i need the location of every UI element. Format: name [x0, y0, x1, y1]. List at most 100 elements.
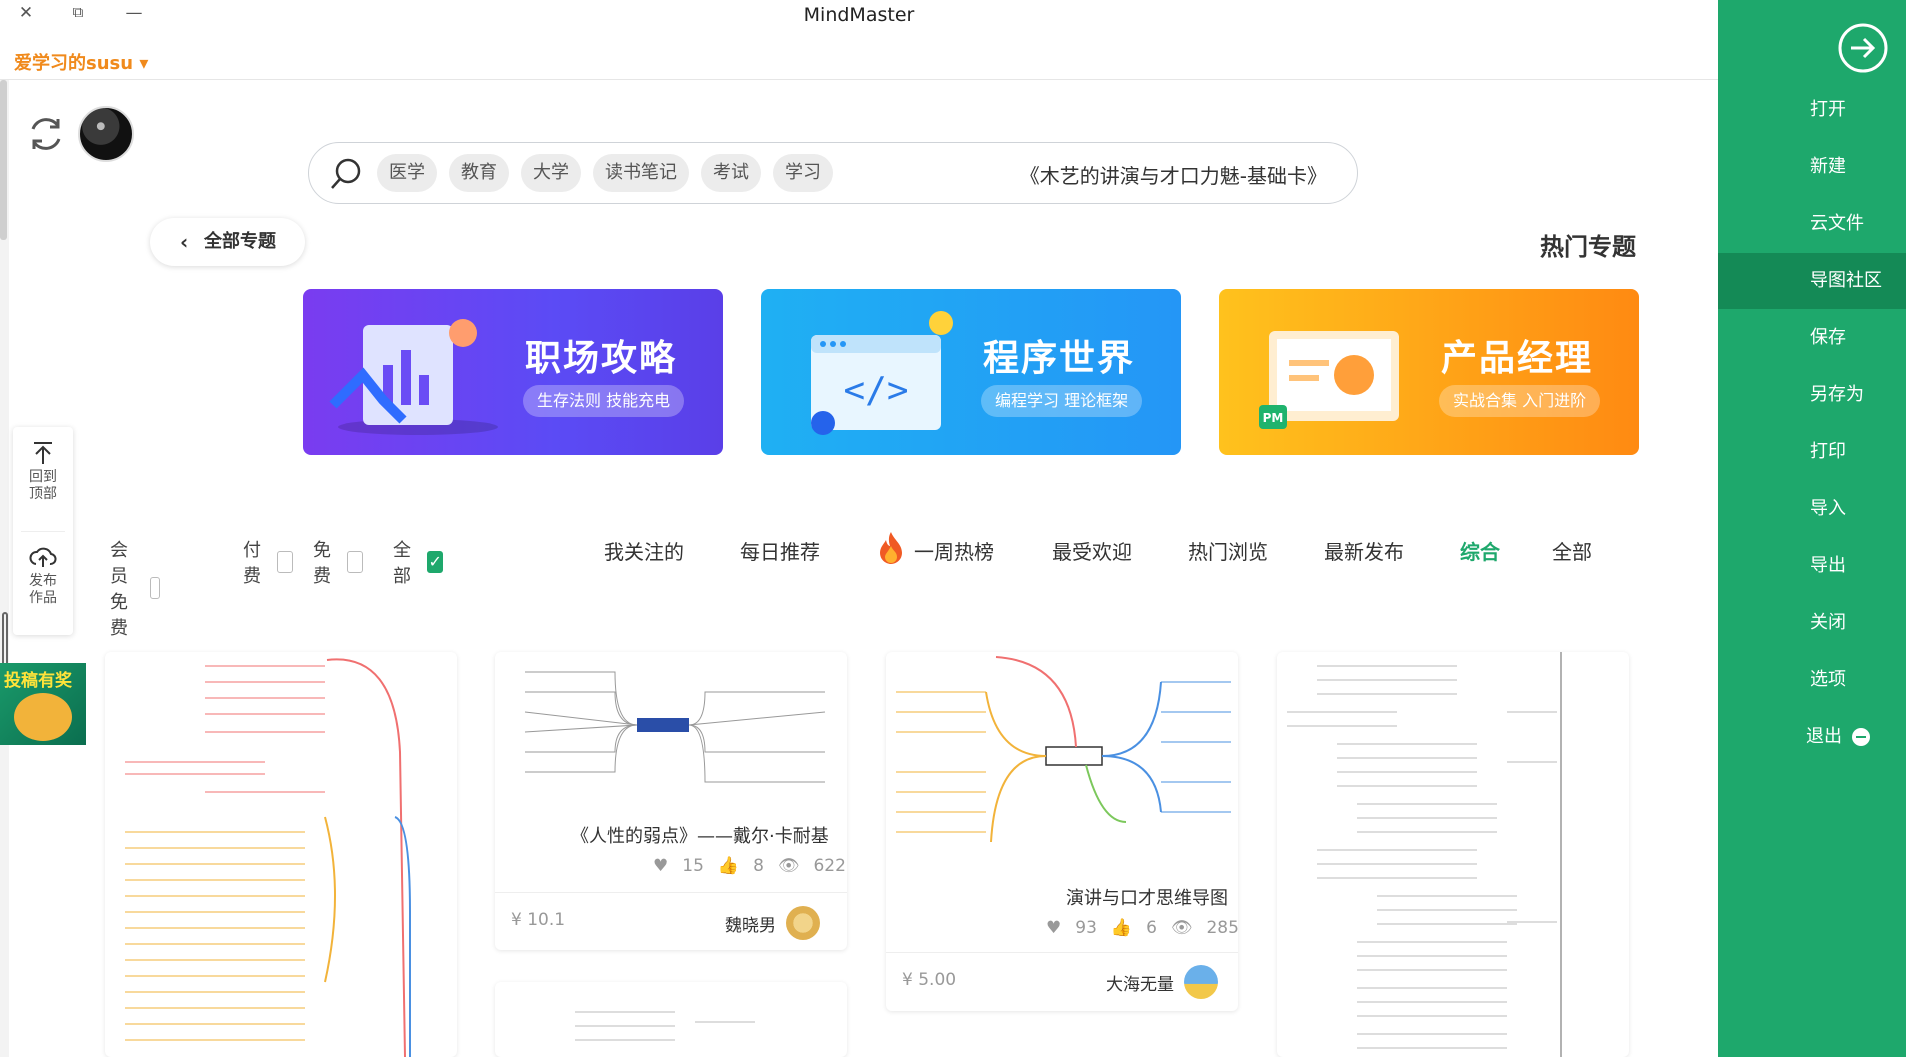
card-price: ¥ 10.1 — [511, 910, 566, 930]
author-name: 大海无量 — [1106, 974, 1174, 995]
sidebar-item-export[interactable]: 导出 — [1718, 538, 1906, 594]
sidebar-item-new[interactable]: 新建 — [1718, 139, 1906, 195]
author-avatar — [1184, 965, 1218, 999]
favorites-icon: ♥ — [653, 856, 669, 876]
mindmap-card[interactable] — [105, 652, 457, 1057]
checkbox-checked[interactable]: ✓ — [427, 551, 443, 573]
banner-title: 程序世界 — [983, 338, 1136, 379]
mindmap-card[interactable]: 《人性的弱点》——戴尔·卡耐基 ♥ 15 👍 8 👁 622 魏晓男 ¥ 10.1 — [495, 652, 847, 950]
card-author[interactable]: 魏晓男 — [725, 906, 820, 940]
search-tag[interactable]: 大学 — [521, 154, 581, 192]
sidebar-item-save[interactable]: 保存 — [1718, 310, 1906, 366]
mascot-image — [14, 693, 72, 741]
mindmap-card[interactable] — [495, 982, 847, 1057]
tab-all[interactable]: 全部 — [1552, 536, 1592, 565]
sidebar-item-open[interactable]: 打开 — [1718, 82, 1906, 138]
mindmap-thumbnail — [575, 1011, 755, 1041]
banner-product[interactable]: PM 产品经理 实战合集 入门进阶 — [1219, 289, 1639, 455]
tab-following[interactable]: 我关注的 — [604, 536, 684, 565]
user-name-dropdown[interactable]: 爱学习的susu ▾ — [14, 49, 148, 75]
likes-count: 8 — [753, 856, 764, 876]
mindmap-thumbnail — [125, 658, 411, 1057]
banner-programming[interactable]: </> 程序世界 编程学习 理论框架 — [761, 289, 1181, 455]
floating-action-panel: 回到 顶部 发布 作品 — [13, 427, 73, 635]
vertical-scrollbar[interactable] — [0, 80, 9, 1057]
tab-daily-recommend[interactable]: 每日推荐 — [740, 536, 820, 565]
tab-most-popular[interactable]: 最受欢迎 — [1052, 536, 1132, 565]
mindmap-thumbnail — [1287, 652, 1562, 1057]
filter-free[interactable]: 免费 — [313, 536, 363, 588]
sidebar-item-print[interactable]: 打印 — [1718, 424, 1906, 480]
banner-title: 产品经理 — [1441, 338, 1594, 379]
divider — [495, 892, 847, 893]
sidebar-item-options[interactable]: 选项 — [1718, 652, 1906, 708]
sidebar-item-import[interactable]: 导入 — [1718, 481, 1906, 537]
likes-count: 6 — [1146, 918, 1157, 938]
filter-paid[interactable]: 付费 — [243, 536, 293, 588]
back-to-top-label: 回到 顶部 — [29, 469, 57, 502]
scrollbar-thumb[interactable] — [0, 80, 7, 240]
sidebar-item-cloud-files[interactable]: 云文件 — [1718, 196, 1906, 252]
card-title[interactable]: 演讲与口才思维导图 — [1066, 884, 1228, 910]
banner-career[interactable]: 职场攻略 生存法则 技能充电 — [303, 289, 723, 455]
author-avatar — [786, 906, 820, 940]
tab-hot-browse[interactable]: 热门浏览 — [1188, 536, 1268, 565]
search-tag[interactable]: 教育 — [449, 154, 509, 192]
card-author[interactable]: 大海无量 — [1106, 965, 1218, 999]
publish-work-button[interactable]: 发布 作品 — [13, 545, 73, 607]
filter-label: 会员免费 — [110, 540, 128, 639]
publish-work-label: 发布 作品 — [29, 573, 57, 606]
sidebar-item-save-as[interactable]: 另存为 — [1718, 367, 1906, 423]
all-topics-button[interactable]: ‹ 全部专题 — [150, 218, 305, 266]
tab-weekly-hot[interactable]: 一周热榜 — [914, 536, 994, 565]
sidebar-item-exit[interactable]: 退出 — [1718, 709, 1906, 765]
presentation-illustration: PM — [1259, 331, 1399, 429]
svg-text:</>: </> — [843, 370, 908, 411]
submission-prize-banner[interactable]: 投稿有奖 — [0, 663, 86, 745]
checkbox[interactable] — [347, 551, 363, 573]
search-icon[interactable] — [327, 155, 365, 193]
checkbox[interactable] — [277, 551, 293, 573]
svg-text:PM: PM — [1263, 411, 1284, 425]
card-price: ¥ 5.00 — [902, 970, 957, 990]
sidebar-item-close[interactable]: 关闭 — [1718, 595, 1906, 651]
tab-latest[interactable]: 最新发布 — [1324, 536, 1404, 565]
search-tag[interactable]: 读书笔记 — [593, 154, 689, 192]
back-to-top-button[interactable]: 回到 顶部 — [13, 441, 73, 503]
divider — [21, 531, 65, 532]
chevron-left-icon: ‹ — [180, 230, 189, 254]
card-title[interactable]: 《人性的弱点》——戴尔·卡耐基 — [571, 822, 829, 848]
search-bar[interactable]: 医学 教育 大学 读书笔记 考试 学习 《木艺的讲演与才口力魅-基础卡》 — [308, 142, 1358, 204]
search-tag[interactable]: 考试 — [701, 154, 761, 192]
mindmap-card[interactable]: 演讲与口才思维导图 ♥ 93 👍 6 👁 285 大海无量 ¥ 5.00 — [886, 652, 1238, 1011]
tab-comprehensive[interactable]: 综合 — [1460, 536, 1500, 565]
divider — [886, 952, 1238, 953]
search-input[interactable]: 《木艺的讲演与才口力魅-基础卡》 — [1020, 160, 1327, 189]
search-tag[interactable]: 学习 — [773, 154, 833, 192]
card-stats: ♥ 15 👍 8 👁 622 — [653, 856, 846, 876]
filter-all[interactable]: 全部 ✓ — [393, 536, 443, 588]
filter-member-free[interactable]: 会员免费 — [110, 536, 160, 640]
views-icon: 👁 — [1170, 918, 1193, 938]
like-icon: 👍 — [1110, 918, 1133, 938]
checkbox[interactable] — [149, 577, 160, 599]
banner-subtitle: 实战合集 入门进阶 — [1439, 385, 1601, 417]
user-bar: 爱学习的susu ▾ — [0, 46, 1718, 80]
back-arrow-icon[interactable] — [1837, 22, 1889, 74]
banner-subtitle: 生存法则 技能充电 — [523, 385, 685, 417]
search-tag[interactable]: 医学 — [377, 154, 437, 192]
section-title: 热门专题 — [1540, 233, 1636, 261]
views-icon: 👁 — [777, 856, 800, 876]
mindmap-card[interactable] — [1277, 652, 1629, 1057]
banner-subtitle: 编程学习 理论框架 — [981, 385, 1143, 417]
like-icon: 👍 — [717, 856, 740, 876]
exit-label: 退出 — [1806, 726, 1842, 747]
sidebar-item-community[interactable]: 导图社区 — [1718, 253, 1906, 309]
views-count: 285 — [1206, 918, 1238, 938]
arrow-up-icon — [34, 442, 52, 464]
refresh-icon[interactable] — [25, 113, 67, 155]
report-chart-illustration — [329, 319, 498, 435]
favorites-count: 15 — [682, 856, 704, 876]
user-avatar[interactable] — [78, 106, 134, 162]
code-window-illustration: </> — [811, 311, 953, 435]
